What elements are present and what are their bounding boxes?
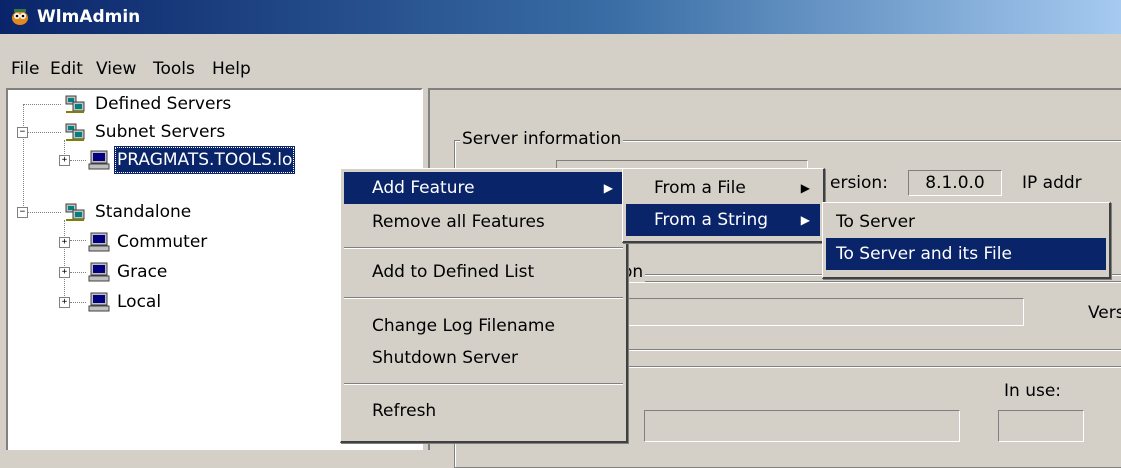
menu-item-to-server-and-its-file[interactable]: To Server and its File	[826, 238, 1106, 270]
context-menu: Add Feature ▶ Remove all Features Add to…	[340, 168, 628, 443]
server-group-icon	[65, 95, 85, 113]
app-icon	[12, 9, 28, 25]
submenu-arrow-icon: ▶	[800, 213, 810, 227]
server-information-label: Server information	[460, 129, 624, 149]
expand-icon[interactable]: +	[59, 267, 70, 278]
computer-icon	[88, 292, 110, 312]
menu-item-add-to-defined-list[interactable]: Add to Defined List	[344, 256, 623, 288]
menu-item-refresh[interactable]: Refresh	[344, 395, 623, 427]
ip-address-label: IP addr	[1022, 173, 1082, 193]
computer-icon	[88, 262, 110, 282]
tree-label-pragmats: PRAGMATS.TOOLS.lo	[114, 146, 296, 174]
menu-bar: File Edit View Tools Help	[0, 54, 1121, 84]
menu-tools[interactable]: Tools	[153, 54, 195, 84]
menu-item-from-a-file[interactable]: From a File ▶	[626, 172, 820, 204]
expand-icon[interactable]: +	[59, 155, 70, 166]
tree-label-defined-servers: Defined Servers	[95, 94, 232, 114]
add-feature-submenu: From a File ▶ From a String ▶	[622, 168, 825, 243]
window-title: WlmAdmin	[37, 7, 141, 27]
menu-separator	[344, 247, 623, 249]
menu-item-remove-all-features[interactable]: Remove all Features	[344, 206, 623, 238]
menu-item-to-server[interactable]: To Server	[826, 206, 1106, 238]
computer-icon	[88, 232, 110, 252]
expand-icon[interactable]: +	[59, 297, 70, 308]
menu-help[interactable]: Help	[212, 54, 251, 84]
in-use-label: In use:	[1004, 381, 1062, 401]
in-use-field	[998, 410, 1084, 442]
server-group-icon	[65, 203, 85, 221]
submenu-arrow-icon: ▶	[800, 181, 810, 195]
server-group-icon	[65, 123, 85, 141]
version-value: 8.1.0.0	[925, 173, 985, 193]
expand-icon[interactable]: +	[59, 237, 70, 248]
menu-separator	[344, 297, 623, 299]
tree-label-commuter: Commuter	[117, 232, 208, 252]
menu-item-shutdown-server[interactable]: Shutdown Server	[344, 342, 623, 374]
menu-item-from-a-string[interactable]: From a String ▶	[626, 204, 820, 236]
version-field: 8.1.0.0	[908, 170, 1002, 196]
menu-separator	[344, 383, 623, 385]
tree-label-subnet-servers: Subnet Servers	[95, 122, 226, 142]
tree-label-local: Local	[117, 292, 162, 312]
section-field	[620, 298, 1024, 326]
computer-icon	[88, 150, 110, 170]
menu-item-change-log-filename[interactable]: Change Log Filename	[344, 310, 623, 342]
collapse-icon[interactable]: −	[17, 127, 28, 138]
menu-edit[interactable]: Edit	[50, 54, 83, 84]
menu-file[interactable]: File	[11, 54, 39, 84]
submenu-arrow-icon: ▶	[603, 181, 613, 195]
tree-label-standalone: Standalone	[95, 202, 192, 222]
menu-view[interactable]: View	[96, 54, 136, 84]
version-label-2: Vers	[1088, 303, 1121, 323]
version-label: ersion:	[830, 173, 888, 193]
usage-field	[644, 410, 960, 442]
title-bar: WlmAdmin	[0, 0, 1121, 34]
menu-item-add-feature[interactable]: Add Feature ▶	[344, 172, 623, 204]
from-a-string-submenu: To Server To Server and its File	[822, 202, 1111, 279]
tree-label-grace: Grace	[117, 262, 168, 282]
collapse-icon[interactable]: −	[17, 207, 28, 218]
